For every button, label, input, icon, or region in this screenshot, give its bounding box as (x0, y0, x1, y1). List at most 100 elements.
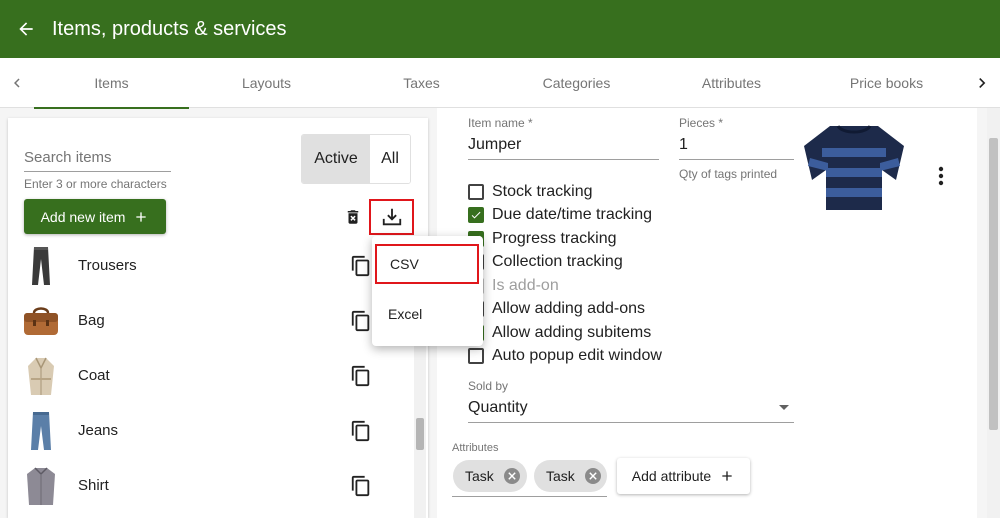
page-title: Items, products & services (52, 17, 287, 40)
list-item[interactable]: Trousers (8, 238, 412, 293)
bag-icon (22, 301, 60, 341)
checkbox-label: Collection tracking (492, 253, 623, 270)
chip-label: Task (546, 468, 575, 484)
tabs-scroll-left-button[interactable] (0, 58, 34, 108)
checkbox-label: Progress tracking (492, 230, 617, 247)
copy-item-button[interactable] (348, 363, 374, 389)
add-attribute-button[interactable]: Add attribute (617, 458, 750, 494)
pieces-helper-text: Qty of tags printed (679, 167, 778, 181)
export-csv-option[interactable]: CSV (375, 244, 479, 284)
checkbox-label: Allow adding add-ons (492, 300, 645, 317)
checkbox-checked-icon (468, 207, 484, 223)
copy-item-button[interactable] (348, 308, 374, 334)
tab-categories[interactable]: Categories (499, 58, 654, 108)
attributes-label: Attributes (452, 442, 499, 454)
item-name: Bag (78, 312, 105, 329)
delete-button[interactable] (341, 204, 365, 230)
item-list: Trousers Bag Coat Jeans Shirt (8, 238, 412, 513)
list-item[interactable]: Coat (8, 348, 412, 403)
attribute-chip[interactable]: Task (453, 460, 527, 492)
tab-bar: Items Layouts Taxes Categories Attribute… (0, 58, 1000, 109)
item-name-underline (468, 159, 659, 160)
chevron-right-icon (979, 78, 986, 88)
chevron-left-icon (14, 78, 20, 88)
item-name: Jeans (78, 422, 119, 439)
checkbox-label: Is add-on (492, 277, 559, 294)
checkbox-label: Allow adding subitems (492, 324, 652, 341)
add-new-item-button[interactable]: Add new item (24, 199, 166, 234)
toggle-all-button[interactable]: All (370, 135, 410, 183)
app-bar: Items, products & services (0, 0, 1000, 58)
auto-popup-checkbox[interactable]: Auto popup edit window (468, 346, 662, 366)
chip-remove-icon[interactable] (503, 468, 520, 484)
list-item[interactable]: Shirt (8, 458, 412, 513)
item-image-jumper (804, 125, 904, 210)
copy-icon (351, 475, 370, 496)
arrow-back-icon (19, 22, 33, 36)
copy-item-button[interactable] (348, 418, 374, 444)
due-date-tracking-checkbox[interactable]: Due date/time tracking (468, 205, 652, 225)
allow-add-ons-checkbox[interactable]: Allow adding add-ons (468, 299, 645, 319)
attribute-chip[interactable]: Task (534, 460, 607, 492)
item-name-field[interactable]: Jumper (468, 136, 521, 154)
search-input[interactable] (24, 144, 171, 172)
collection-tracking-checkbox[interactable]: Collection tracking (468, 252, 623, 272)
copy-icon (351, 420, 370, 441)
status-toggle: Active All (301, 134, 411, 184)
copy-icon (351, 310, 370, 331)
sold-by-underline (468, 422, 794, 423)
detail-scrollbar[interactable] (989, 138, 998, 430)
plus-icon (136, 211, 147, 222)
delete-forever-icon (347, 210, 359, 224)
items-list-panel: Enter 3 or more characters Active All Ad… (8, 118, 428, 518)
tab-taxes[interactable]: Taxes (344, 58, 499, 108)
back-button[interactable] (0, 0, 52, 58)
add-new-item-label: Add new item (40, 208, 126, 225)
pieces-underline (679, 159, 794, 160)
stock-tracking-checkbox[interactable]: Stock tracking (468, 182, 592, 202)
progress-tracking-checkbox[interactable]: Progress tracking (468, 229, 617, 249)
attributes-underline (452, 496, 607, 497)
shirt-icon (22, 466, 60, 506)
item-name-label: Item name * (468, 116, 533, 130)
checkbox-label: Stock tracking (492, 183, 593, 200)
item-name: Shirt (78, 477, 109, 494)
checkbox-label: Auto popup edit window (492, 347, 662, 364)
toggle-active-button[interactable]: Active (302, 135, 370, 183)
export-excel-option[interactable]: Excel (372, 294, 483, 334)
coat-icon (22, 356, 60, 396)
sold-by-label: Sold by (468, 379, 509, 393)
more-vert-icon (938, 166, 944, 186)
add-attribute-label: Add attribute (631, 468, 712, 484)
download-icon (382, 208, 401, 226)
tab-items[interactable]: Items (34, 58, 189, 109)
sold-by-select[interactable]: Quantity (468, 399, 528, 417)
pieces-label: Pieces * (679, 116, 724, 130)
pieces-field[interactable]: 1 (679, 136, 688, 154)
tab-attributes[interactable]: Attributes (654, 58, 809, 108)
export-download-button[interactable] (369, 199, 414, 235)
copy-icon (351, 255, 370, 276)
tab-layouts[interactable]: Layouts (189, 58, 344, 108)
item-list-scrollbar[interactable] (416, 418, 424, 450)
checkbox-unchecked-icon (468, 348, 484, 364)
more-options-button[interactable] (930, 164, 952, 188)
tab-price-books[interactable]: Price books (809, 58, 964, 108)
list-item[interactable]: Bag (8, 293, 412, 348)
export-menu: CSV Excel (372, 236, 483, 346)
list-item[interactable]: Jeans (8, 403, 412, 458)
checkbox-label: Due date/time tracking (492, 206, 653, 223)
search-hint: Enter 3 or more characters (24, 177, 167, 191)
item-name: Coat (78, 367, 110, 384)
copy-icon (351, 365, 370, 386)
dropdown-arrow-icon (779, 405, 789, 410)
trousers-icon (22, 246, 60, 286)
copy-item-button[interactable] (348, 473, 374, 499)
plus-icon (722, 471, 732, 481)
tabs-scroll-right-button[interactable] (964, 58, 1000, 108)
chip-remove-icon[interactable] (584, 468, 601, 484)
allow-subitems-checkbox[interactable]: Allow adding subitems (468, 323, 651, 343)
jeans-icon (22, 411, 60, 451)
chip-label: Task (465, 468, 494, 484)
copy-item-button[interactable] (348, 253, 374, 279)
